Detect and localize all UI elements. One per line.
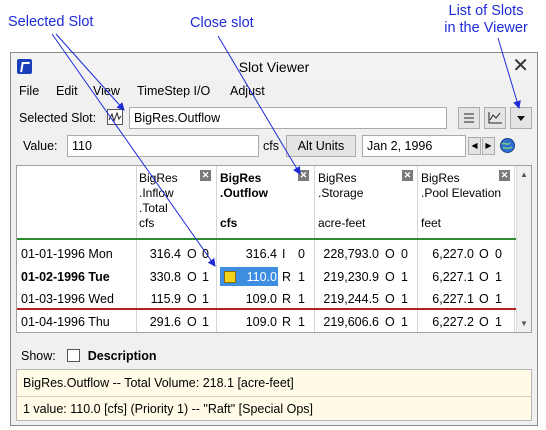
table-cell[interactable]: 109.0 <box>225 292 277 306</box>
callout-list-line-1: List of Slots <box>448 3 524 19</box>
menu-bar: File Edit View TimeStep I/O Adjust <box>11 81 537 101</box>
info-panel: BigRes.Outflow -- Total Volume: 218.1 [a… <box>16 369 532 421</box>
description-label[interactable]: Description <box>88 349 157 363</box>
window-close-icon[interactable]: ✕ <box>512 55 529 77</box>
plot-view-icon[interactable] <box>484 107 506 129</box>
table-cell[interactable]: 316.4 <box>139 247 181 261</box>
priority-cell: 0 <box>298 247 305 261</box>
row-date: 01-01-1996 Mon <box>21 247 113 261</box>
menu-adjust[interactable]: Adjust <box>230 84 265 98</box>
flag-cell: O <box>187 270 197 284</box>
flag-cell: O <box>385 270 395 284</box>
close-slot-storage-icon[interactable]: ✕ <box>402 170 413 181</box>
table-cell[interactable]: 219,606.6 <box>317 315 379 329</box>
flag-cell: O <box>479 292 489 306</box>
callout-close-slot: Close slot <box>190 15 254 31</box>
priority-cell: 1 <box>401 292 408 306</box>
priority-cell: 1 <box>202 292 209 306</box>
info-total-volume: BigRes.Outflow -- Total Volume: 218.1 [a… <box>23 376 294 390</box>
value-input[interactable]: 110 <box>67 135 259 157</box>
flag-cell: O <box>479 270 489 284</box>
menu-timestep-io[interactable]: TimeStep I/O <box>137 84 210 98</box>
table-cell[interactable]: 6,227.2 <box>420 315 474 329</box>
units-label: cfs <box>263 139 279 153</box>
selected-slot-field[interactable]: BigRes.Outflow <box>129 107 447 129</box>
flag-cell: O <box>187 315 197 329</box>
flag-cell: I <box>282 247 286 261</box>
table-cell[interactable]: 109.0 <box>225 315 277 329</box>
initial-value-separator <box>17 238 523 240</box>
priority-cell: 1 <box>202 270 209 284</box>
priority-cell: 1 <box>495 315 502 329</box>
flag-cell: O <box>385 247 395 261</box>
menu-view[interactable]: View <box>93 84 120 98</box>
flag-cell: R <box>282 270 292 284</box>
row-date: 01-04-1996 Thu <box>21 315 110 329</box>
menu-file[interactable]: File <box>19 84 39 98</box>
close-slot-outflow-icon[interactable]: ✕ <box>298 170 309 181</box>
table-cell[interactable]: 228,793.0 <box>317 247 379 261</box>
priority-cell: 1 <box>495 270 502 284</box>
callout-list-line-2: in the Viewer <box>444 20 528 36</box>
priority-cell: 1 <box>298 292 305 306</box>
priority-cell: 0 <box>202 247 209 261</box>
table-cell[interactable]: 6,227.0 <box>420 247 474 261</box>
info-selected-value: 1 value: 110.0 [cfs] (Priority 1) -- "Ra… <box>23 402 313 416</box>
slot-table: BigRes .Inflow .Total cfs ✕ BigRes .Outf… <box>16 165 532 333</box>
priority-cell: 0 <box>401 247 408 261</box>
flag-cell: O <box>187 247 197 261</box>
date-next-icon[interactable]: ▶ <box>482 137 495 155</box>
priority-cell: 1 <box>298 270 305 284</box>
priority-cell: 1 <box>202 315 209 329</box>
globe-icon[interactable] <box>499 137 516 154</box>
alt-units-button[interactable]: Alt Units <box>286 135 356 157</box>
priority-cell: 1 <box>401 270 408 284</box>
slot-list-dropdown-icon[interactable] <box>510 107 532 129</box>
table-cell[interactable]: 316.4 <box>225 247 277 261</box>
flag-cell: R <box>282 292 292 306</box>
column-header-storage[interactable]: BigRes .Storage acre-feet <box>318 166 414 238</box>
priority-cell: 1 <box>495 292 502 306</box>
close-slot-inflow-icon[interactable]: ✕ <box>200 170 211 181</box>
close-slot-pool-elevation-icon[interactable]: ✕ <box>499 170 510 181</box>
scroll-up-icon[interactable]: ▲ <box>520 170 528 179</box>
row-date: 01-03-1996 Wed <box>21 292 114 306</box>
description-checkbox[interactable] <box>67 349 81 362</box>
vertical-scrollbar[interactable]: ▲ ▼ <box>516 166 531 332</box>
table-cell[interactable]: 115.9 <box>139 292 181 306</box>
priority-cell: 1 <box>401 315 408 329</box>
menu-edit[interactable]: Edit <box>56 84 78 98</box>
slot-viewer-window: Slot Viewer ✕ File Edit View TimeStep I/… <box>10 52 538 426</box>
table-cell[interactable]: 219,230.9 <box>317 270 379 284</box>
show-row: Show: Description <box>21 349 156 363</box>
table-cell[interactable]: 219,244.5 <box>317 292 379 306</box>
title-bar: Slot Viewer ✕ <box>11 53 537 80</box>
selected-value[interactable]: 110.0 <box>225 270 277 284</box>
flag-cell: O <box>479 247 489 261</box>
date-prev-icon[interactable]: ◀ <box>468 137 481 155</box>
row-date: 01-02-1996 Tue <box>21 270 110 284</box>
flag-cell: R <box>282 315 292 329</box>
scroll-down-icon[interactable]: ▼ <box>520 319 528 328</box>
table-cell[interactable]: 330.8 <box>139 270 181 284</box>
flag-cell: O <box>479 315 489 329</box>
window-title: Slot Viewer <box>238 59 310 75</box>
flag-cell: O <box>385 292 395 306</box>
table-cell[interactable]: 6,227.1 <box>420 292 474 306</box>
table-view-icon[interactable] <box>458 107 480 129</box>
flag-cell: O <box>385 315 395 329</box>
flag-cell: O <box>187 292 197 306</box>
priority-cell: 0 <box>495 247 502 261</box>
slot-type-icon[interactable] <box>107 109 123 125</box>
show-label: Show: <box>21 349 56 363</box>
callout-list-of-slots: List of Slots in the Viewer <box>430 3 542 37</box>
table-cell[interactable]: 291.6 <box>139 315 181 329</box>
priority-cell: 1 <box>298 315 305 329</box>
date-field[interactable]: Jan 2, 1996 <box>362 135 466 157</box>
forecast-separator <box>17 308 523 310</box>
value-label: Value: <box>23 139 58 153</box>
callout-selected-slot: Selected Slot <box>8 14 94 30</box>
table-cell[interactable]: 6,227.1 <box>420 270 474 284</box>
selected-slot-label: Selected Slot: <box>19 111 97 125</box>
